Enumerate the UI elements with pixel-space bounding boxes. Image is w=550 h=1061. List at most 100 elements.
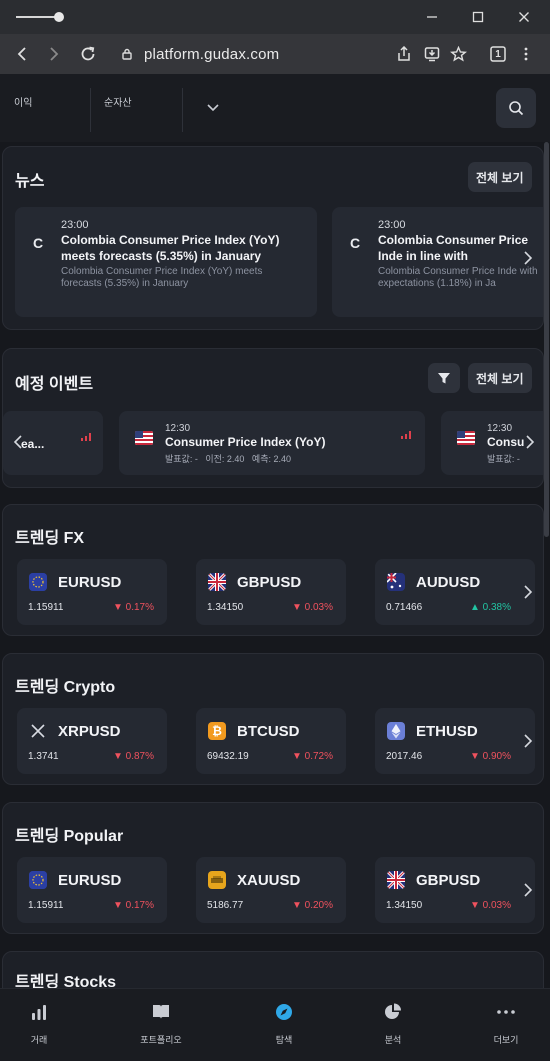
ticker-price: 1.15911 [28, 900, 64, 911]
section-title: 트렌딩 Crypto [15, 679, 116, 696]
eu-flag-icon [29, 573, 47, 591]
chevron-left-icon [13, 435, 22, 449]
site-info-icon[interactable] [120, 47, 134, 61]
ticker-price: 2017.46 [386, 751, 423, 762]
ticker-symbol: GBPUSD [237, 574, 302, 591]
eu-flag-icon [29, 871, 47, 889]
section-title: 트렌딩 FX [15, 530, 85, 547]
tab-count-button[interactable]: 1 [486, 42, 510, 66]
url-field[interactable]: platform.gudax.com [120, 43, 279, 65]
ticker-change: ▼ 0.17% [112, 602, 154, 613]
ticker-card[interactable]: GBPUSD 1.34150 ▼ 0.03% [375, 857, 535, 923]
minimize-button[interactable] [420, 6, 444, 28]
reload-button[interactable] [76, 42, 100, 66]
events-prev-button[interactable] [13, 435, 23, 454]
ticker-change: ▼ 0.90% [469, 751, 511, 762]
section-title: 트렌딩 Popular [15, 828, 124, 845]
chevron-right-icon [524, 251, 533, 265]
more-dots-icon [496, 997, 516, 1027]
down-arrow-icon: ▼ [291, 751, 305, 762]
popular-next-button[interactable] [523, 883, 533, 902]
ticker-card[interactable]: ₿ BTCUSD 69432.19 ▼ 0.72% [196, 708, 346, 774]
ticker-card[interactable]: AUDUSD 0.71466 ▲ 0.38% [375, 559, 535, 625]
chevron-right-icon [526, 435, 535, 449]
nav-trade[interactable]: 거래 [0, 997, 94, 1053]
reload-icon [81, 46, 95, 61]
forward-button[interactable] [42, 42, 66, 66]
news-next-button[interactable] [523, 251, 533, 270]
nav-more[interactable]: 더보기 [451, 997, 550, 1053]
events-view-all-button[interactable]: 전체 보기 [468, 363, 532, 393]
fx-next-button[interactable] [523, 585, 533, 604]
url-text: platform.gudax.com [144, 45, 280, 63]
profit-label: 이익 [14, 98, 33, 109]
nav-label: 거래 [30, 1035, 48, 1045]
chevron-right-icon [524, 585, 533, 599]
news-time: 23:00 [61, 219, 89, 231]
impact-bars-icon [401, 431, 411, 439]
share-icon [398, 46, 410, 61]
ticker-card[interactable]: XRPUSD 1.3741 ▼ 0.87% [17, 708, 167, 774]
search-icon [509, 101, 524, 116]
event-meta: 발표값: - 이전: 2.40 예측: 2.40 [165, 454, 291, 464]
bookmark-button[interactable] [446, 42, 470, 66]
impact-bars-icon [81, 433, 91, 441]
gold-icon [208, 871, 226, 889]
news-summary: Colombia Consumer Price Inde with expect… [378, 266, 538, 289]
news-view-all-button[interactable]: 전체 보기 [468, 162, 532, 192]
news-card[interactable]: C 23:00 Colombia Consumer Price Inde in … [332, 207, 543, 317]
ticker-change: ▲ 0.38% [469, 602, 511, 613]
nav-analysis[interactable]: 분석 [338, 997, 448, 1053]
ticker-card[interactable]: XAUUSD 5186.77 ▼ 0.20% [196, 857, 346, 923]
browser-toolbar: platform.gudax.com 1 [0, 34, 550, 74]
ticker-symbol: BTCUSD [237, 723, 300, 740]
news-source-icon: C [33, 235, 44, 251]
share-button[interactable] [392, 42, 416, 66]
ticker-change: ▼ 0.87% [112, 751, 154, 762]
nav-portfolio[interactable]: 포트폴리오 [106, 997, 216, 1053]
uk-flag-icon [208, 573, 226, 591]
trending-crypto-section: 트렌딩 Crypto XRPUSD 1.3741 ▼ 0.87% ₿ BTCUS… [2, 653, 544, 785]
ticker-card[interactable]: GBPUSD 1.34150 ▼ 0.03% [196, 559, 346, 625]
install-app-button[interactable] [420, 42, 444, 66]
close-icon [519, 12, 529, 22]
page-scrollbar[interactable] [544, 142, 549, 537]
ticker-card[interactable]: EURUSD 1.15911 ▼ 0.17% [17, 857, 167, 923]
star-icon [449, 45, 467, 61]
down-arrow-icon: ▼ [291, 900, 305, 911]
back-button[interactable] [10, 42, 34, 66]
ticker-change: ▼ 0.03% [469, 900, 511, 911]
arrow-right-icon [50, 47, 59, 61]
chevron-down-icon [207, 104, 219, 112]
minimize-icon [427, 16, 437, 18]
news-title: 뉴스 [15, 173, 45, 190]
crypto-next-button[interactable] [523, 734, 533, 753]
events-filter-button[interactable] [428, 363, 460, 393]
us-flag-icon [135, 431, 153, 445]
ticker-card[interactable]: EURUSD 1.15911 ▼ 0.17% [17, 559, 167, 625]
ticker-price: 1.15911 [28, 602, 64, 613]
ticker-change: ▼ 0.03% [291, 602, 333, 613]
window-titlebar [0, 0, 550, 34]
browser-menu-button[interactable] [514, 42, 538, 66]
trending-popular-section: 트렌딩 Popular EURUSD 1.15911 ▼ 0.17% XAUUS… [2, 802, 544, 934]
close-window-button[interactable] [512, 6, 536, 28]
events-title: 예정 이벤트 [15, 376, 94, 393]
nav-explore[interactable]: 탐색 [229, 997, 339, 1053]
down-arrow-icon: ▼ [112, 751, 126, 762]
bitcoin-icon: ₿ [208, 722, 226, 740]
ticker-card[interactable]: ETHUSD 2017.46 ▼ 0.90% [375, 708, 535, 774]
news-source-icon: C [350, 235, 361, 251]
expand-stats-button[interactable] [206, 100, 220, 118]
ticker-price: 1.3741 [28, 751, 59, 762]
news-card[interactable]: C 23:00 Colombia Consumer Price Index (Y… [15, 207, 317, 317]
events-next-button[interactable] [525, 435, 535, 454]
window-slider-knob[interactable] [54, 12, 64, 22]
event-card[interactable]: 12:30 Consumer Price Index (YoY) 발표값: - … [119, 411, 425, 475]
event-title: ea... [21, 437, 45, 451]
down-arrow-icon: ▼ [112, 602, 126, 613]
maximize-button[interactable] [466, 6, 490, 28]
down-arrow-icon: ▼ [469, 751, 483, 762]
search-button[interactable] [496, 88, 536, 128]
ticker-change: ▼ 0.20% [291, 900, 333, 911]
